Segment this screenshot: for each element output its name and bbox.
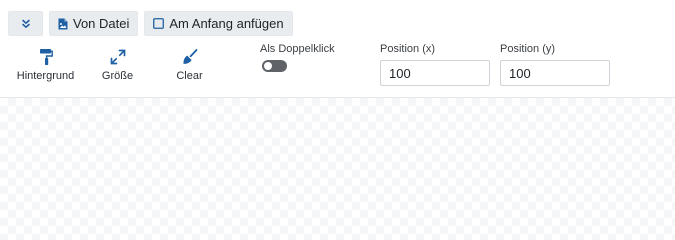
drawing-canvas[interactable] (0, 98, 675, 240)
double-click-label: Als Doppelklick (260, 43, 335, 55)
from-file-button[interactable]: Von Datei (49, 11, 139, 36)
size-tool-label: Größe (101, 70, 134, 82)
checkbox-icon (153, 18, 165, 29)
chevrons-down-icon (21, 19, 31, 29)
broom-icon (182, 46, 198, 68)
append-at-start-button[interactable]: Am Anfang anfügen (144, 11, 293, 36)
size-tool[interactable]: Größe (101, 46, 134, 82)
clear-tool-label: Clear (176, 70, 203, 82)
background-tool[interactable]: Hintergrund (16, 46, 75, 82)
position-x-input[interactable] (380, 60, 490, 86)
top-toolbar: Von Datei Am Anfang anfügen (8, 11, 293, 36)
from-file-label: Von Datei (73, 16, 130, 31)
paint-roller-icon (39, 46, 53, 68)
clear-tool[interactable]: Clear (174, 46, 205, 82)
position-y-input[interactable] (500, 60, 610, 86)
collapse-button[interactable] (8, 11, 43, 36)
position-y-label: Position (y) (500, 43, 556, 55)
expand-arrows-icon (110, 46, 126, 68)
append-at-start-label: Am Anfang anfügen (169, 16, 284, 31)
background-tool-label: Hintergrund (16, 70, 75, 82)
position-x-label: Position (x) (380, 43, 436, 55)
toggle-knob (264, 62, 272, 70)
file-image-icon (58, 18, 68, 30)
double-click-toggle[interactable] (262, 60, 287, 72)
